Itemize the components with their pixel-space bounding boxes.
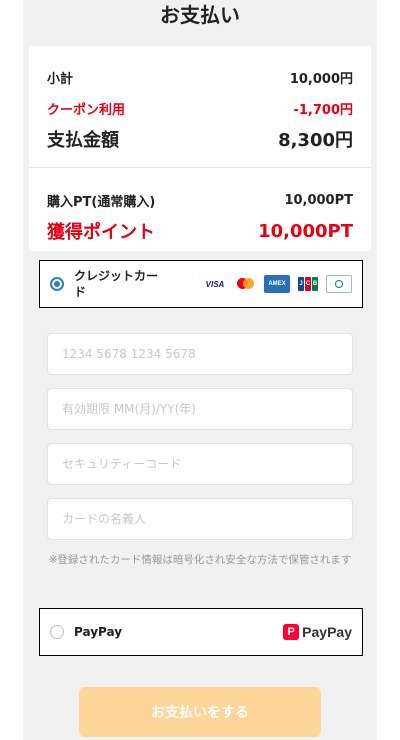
- divider: [29, 167, 371, 168]
- paypay-option[interactable]: PayPay P PayPay: [39, 608, 363, 656]
- card-number-input[interactable]: [47, 333, 353, 375]
- coupon-row: クーポン利用 -1,700円: [47, 99, 353, 118]
- coupon-label: クーポン利用: [47, 103, 126, 118]
- diners-club-icon: [326, 275, 352, 293]
- earned-points-value: 10,000PT: [258, 220, 353, 242]
- paypay-label: PayPay: [74, 625, 123, 639]
- card-holder-input[interactable]: [47, 498, 353, 540]
- card-brand-logos: VISA AMEX JCB: [202, 275, 352, 293]
- payment-screen: お支払い 小計 10,000円 クーポン利用 -1,700円 支払金額 8,30…: [23, 0, 377, 740]
- earned-points-label: 獲得ポイント: [47, 222, 155, 243]
- purchase-points-value: 10,000PT: [284, 193, 353, 208]
- credit-card-radio[interactable]: [50, 277, 64, 291]
- mastercard-icon: [233, 275, 259, 293]
- purchase-points-label: 購入PT(通常購入): [47, 195, 156, 210]
- paypay-logo: P PayPay: [283, 624, 352, 640]
- subtotal-row: 小計 10,000円: [47, 68, 353, 87]
- subtotal-value: 10,000円: [289, 72, 353, 87]
- security-note: ※登録されたカード情報は暗号化され安全な方法で保管されます: [48, 554, 352, 566]
- order-summary: 小計 10,000円 クーポン利用 -1,700円 支払金額 8,300円 購入…: [29, 46, 371, 251]
- jcb-icon: JCB: [295, 275, 321, 293]
- visa-icon: VISA: [205, 279, 225, 289]
- security-code-input[interactable]: [47, 443, 353, 485]
- paypay-radio[interactable]: [50, 625, 64, 639]
- total-value: 8,300円: [278, 130, 353, 151]
- credit-card-option[interactable]: クレジットカード VISA AMEX JCB: [39, 260, 363, 308]
- total-label: 支払金額: [47, 130, 119, 151]
- earned-points-row: 獲得ポイント 10,000PT: [47, 218, 353, 244]
- total-row: 支払金額 8,300円: [47, 126, 353, 152]
- subtotal-label: 小計: [47, 72, 74, 87]
- expiry-input[interactable]: [47, 388, 353, 430]
- paypay-logo-text: PayPay: [302, 624, 352, 640]
- coupon-value: -1,700円: [293, 103, 353, 118]
- amex-icon: AMEX: [264, 275, 290, 293]
- purchase-points-row: 購入PT(通常購入) 10,000PT: [47, 191, 353, 210]
- credit-card-label: クレジットカード: [74, 269, 159, 299]
- page-title: お支払い: [160, 3, 240, 27]
- paypay-icon: P: [283, 624, 300, 640]
- pay-button[interactable]: お支払いをする: [79, 687, 321, 737]
